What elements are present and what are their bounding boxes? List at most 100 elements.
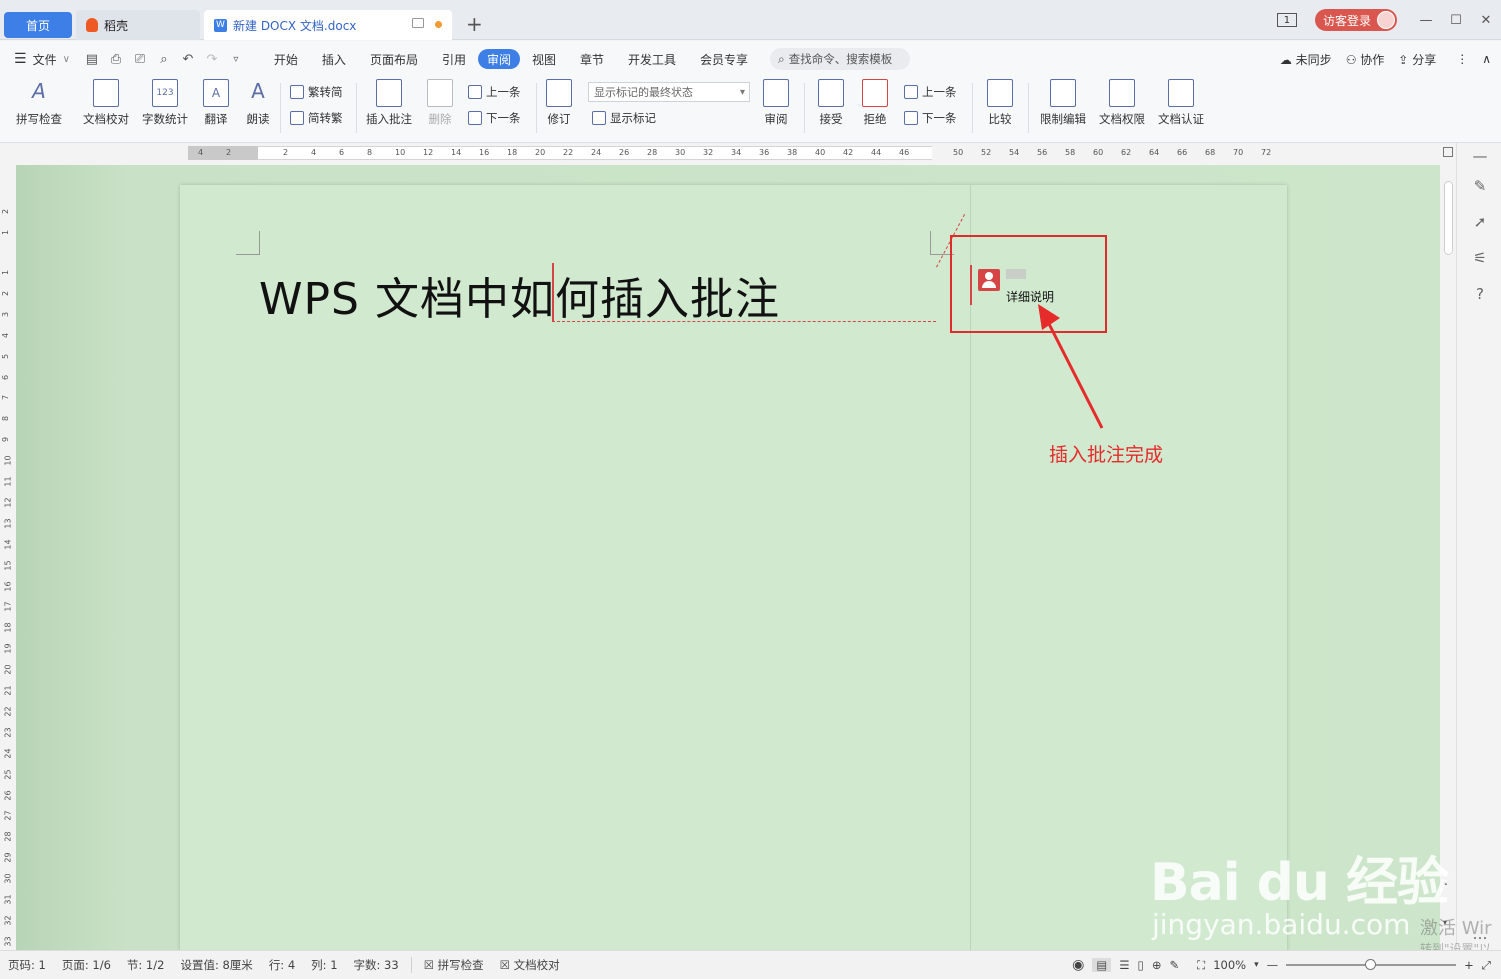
unsaved-dot-icon[interactable]: [435, 21, 442, 28]
save-icon[interactable]: ▤: [80, 49, 104, 69]
word-count-button[interactable]: 123 字数统计: [140, 79, 190, 127]
prev-change-icon: [904, 85, 918, 99]
tab-home[interactable]: 首页: [4, 12, 72, 38]
restrict-edit-button[interactable]: 限制编辑: [1036, 79, 1090, 127]
zoom-in-icon[interactable]: +: [1464, 958, 1474, 972]
prev-change-button[interactable]: 上一条: [904, 84, 957, 100]
doc-proof-button[interactable]: 文档校对: [80, 79, 132, 127]
scroll-thumb[interactable]: [1444, 181, 1453, 255]
menu-section[interactable]: 章节: [568, 49, 616, 69]
simp-to-trad-button[interactable]: 简转繁: [290, 110, 343, 126]
menu-developer[interactable]: 开发工具: [616, 49, 688, 69]
status-pages[interactable]: 页面: 1/6: [54, 957, 119, 973]
fit-zoom-icon[interactable]: ⛶: [1197, 958, 1205, 973]
share-button[interactable]: ⇪ 分享: [1398, 51, 1436, 68]
undo-icon[interactable]: ↶: [176, 49, 200, 69]
status-line[interactable]: 行: 4: [261, 957, 303, 973]
status-setting[interactable]: 设置值: 8厘米: [172, 957, 260, 973]
trad-to-simp-button[interactable]: 繁转简: [290, 84, 343, 100]
collapse-icon[interactable]: —: [1471, 147, 1489, 165]
markup-state-select[interactable]: 显示标记的最终状态: [588, 82, 750, 102]
read-aloud-button[interactable]: A 朗读: [242, 79, 274, 127]
compare-button[interactable]: 比较: [980, 79, 1020, 127]
outline-view-icon[interactable]: ☰: [1119, 958, 1129, 972]
review-pane-button[interactable]: 审阅: [756, 79, 796, 127]
menu-insert[interactable]: 插入: [310, 49, 358, 69]
delete-comment-button[interactable]: 删除: [420, 79, 460, 127]
menu-start[interactable]: 开始: [262, 49, 310, 69]
vertical-ruler[interactable]: 2 1 1 2 3 4 5 6 7 8 9 10 11 12 13 14 15 16 17 18 19 20 21 22 23 2…: [0, 165, 16, 950]
settings-slider-icon[interactable]: ⚟: [1471, 249, 1489, 267]
fullscreen-icon[interactable]: ⤢: [1482, 958, 1491, 973]
page-view-icon[interactable]: ▤: [1092, 958, 1112, 972]
menu-view[interactable]: 视图: [520, 49, 568, 69]
eye-protect-icon[interactable]: ◉: [1072, 957, 1084, 973]
command-search[interactable]: ⌕ 查找命令、搜索模板: [770, 48, 911, 70]
split-view-icon[interactable]: [1443, 147, 1453, 157]
show-markup-button[interactable]: 显示标记: [592, 110, 656, 126]
help-icon[interactable]: ?: [1471, 285, 1489, 303]
collaborate-button[interactable]: ⚇ 协作: [1346, 51, 1385, 68]
zoom-out-icon[interactable]: —: [1267, 958, 1279, 972]
status-spell-check[interactable]: ☒ 拼写检查: [416, 957, 492, 973]
zoom-slider-knob[interactable]: [1365, 959, 1377, 970]
close-icon[interactable]: ✕: [1471, 8, 1501, 32]
write-view-icon[interactable]: ✎: [1170, 958, 1180, 972]
watermark-logo: Bai du 经验: [1150, 853, 1449, 913]
export-icon[interactable]: ⎙: [104, 49, 128, 69]
next-change-label: 下一条: [922, 111, 957, 125]
status-page-num[interactable]: 页码: 1: [0, 957, 54, 973]
horizontal-ruler[interactable]: 42 2 4 6 8 10 12 14 16 18 20 22 24 26 28 30 32 34 36 38 40 4…: [0, 143, 1501, 165]
menu-member[interactable]: 会员专享: [688, 49, 760, 69]
doc-proof-icon: [93, 79, 119, 107]
web-view-icon[interactable]: ⊕: [1152, 958, 1162, 972]
translate-button[interactable]: A 翻译: [198, 79, 234, 127]
ruler-tick-label: 10: [395, 148, 406, 157]
next-change-icon: [904, 111, 918, 125]
maximize-icon[interactable]: ☐: [1441, 8, 1471, 32]
accept-button[interactable]: 接受: [812, 79, 850, 127]
insert-comment-button[interactable]: 插入批注: [362, 79, 416, 127]
pen-icon[interactable]: ✎: [1471, 177, 1489, 195]
prev-comment-button[interactable]: 上一条: [468, 84, 521, 100]
tab-daoke[interactable]: 稻壳: [76, 10, 200, 40]
collapse-ribbon-icon[interactable]: ∧: [1482, 52, 1491, 66]
document-heading[interactable]: WPS 文档中如何插入批注: [259, 263, 780, 327]
redo-icon[interactable]: ↷: [200, 49, 224, 69]
doc-permission-button[interactable]: 文档权限: [1095, 79, 1149, 127]
status-column[interactable]: 列: 1: [303, 957, 345, 973]
cursor-icon[interactable]: ➚: [1471, 213, 1489, 231]
customize-icon[interactable]: ▿: [224, 49, 248, 69]
menu-review[interactable]: 审阅: [477, 49, 520, 69]
reject-button[interactable]: 拒绝: [856, 79, 894, 127]
track-changes-button[interactable]: 修订: [540, 79, 578, 127]
document-page[interactable]: WPS 文档中如何插入批注 详细说明: [180, 185, 1287, 950]
read-view-icon[interactable]: ▯: [1138, 958, 1144, 972]
tab-count-icon[interactable]: 1: [1276, 13, 1297, 27]
file-menu[interactable]: ☰ 文件 ∨: [0, 51, 80, 68]
reject-label: 拒绝: [863, 112, 887, 126]
status-doc-proof[interactable]: ☒ 文档校对: [492, 957, 568, 973]
zoom-level[interactable]: 100%: [1213, 958, 1246, 972]
more-icon[interactable]: ⋮: [1456, 52, 1468, 66]
menu-references[interactable]: 引用: [430, 49, 478, 69]
add-tab-button[interactable]: +: [466, 14, 483, 34]
ruler-tick-label: 12: [3, 497, 13, 508]
next-comment-button[interactable]: 下一条: [468, 110, 521, 126]
spell-check-button[interactable]: A 拼写检查: [10, 79, 68, 127]
print-preview-icon[interactable]: ⌕: [152, 49, 176, 69]
menu-page-layout[interactable]: 页面布局: [358, 49, 430, 69]
reject-icon: [862, 79, 888, 107]
next-change-button[interactable]: 下一条: [904, 110, 957, 126]
zoom-slider[interactable]: [1286, 959, 1457, 970]
doc-certify-button[interactable]: 文档认证: [1154, 79, 1208, 127]
zoom-dropdown-icon[interactable]: ▾: [1254, 960, 1259, 970]
login-button[interactable]: 访客登录: [1314, 9, 1397, 31]
sync-button[interactable]: ☁ 未同步: [1280, 51, 1332, 68]
minimize-icon[interactable]: —: [1411, 8, 1441, 32]
status-word-count[interactable]: 字数: 33: [346, 957, 407, 973]
monitor-icon[interactable]: [412, 18, 424, 28]
status-section[interactable]: 节: 1/2: [119, 957, 173, 973]
tab-document[interactable]: W 新建 DOCX 文档.docx: [204, 10, 452, 40]
print-icon[interactable]: ⎚: [128, 49, 152, 69]
